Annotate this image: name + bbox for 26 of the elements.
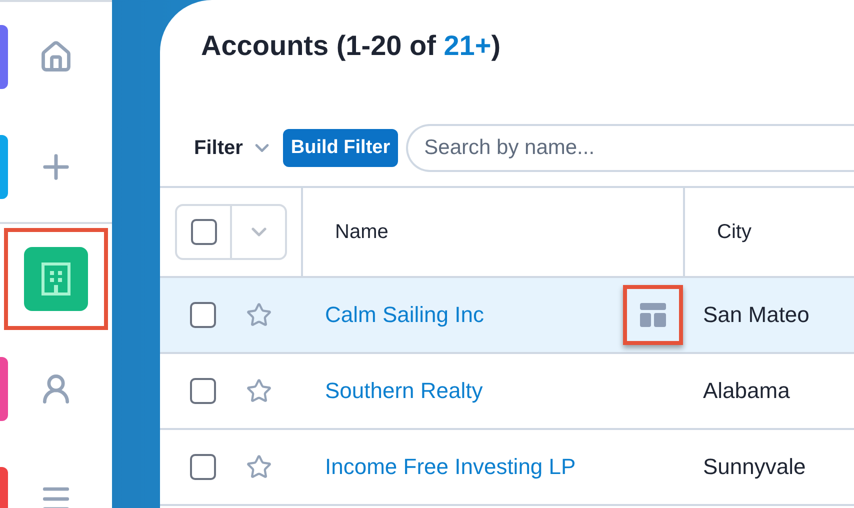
account-link[interactable]: Income Free Investing LP <box>325 454 685 480</box>
table-cell: San Mateo <box>703 302 810 328</box>
star-icon[interactable] <box>246 302 272 328</box>
filter-dropdown[interactable]: Filter <box>194 136 273 160</box>
building-icon <box>41 262 71 296</box>
column-header[interactable]: Name <box>335 220 388 244</box>
checkbox[interactable] <box>190 219 216 245</box>
table-row[interactable]: Calm Sailing Inc San Mateo <box>160 278 854 354</box>
checkbox[interactable] <box>190 454 216 480</box>
highlight-frame <box>623 285 683 345</box>
checkbox[interactable] <box>190 378 216 404</box>
home-icon <box>39 40 73 74</box>
table-cell: Alabama <box>703 378 790 404</box>
search-field[interactable]: Search by name... <box>406 124 854 172</box>
account-link[interactable]: Southern Realty <box>325 378 685 404</box>
account-link[interactable]: Calm Sailing Inc <box>325 302 623 328</box>
select-all-control[interactable] <box>175 204 287 260</box>
build-filter-button[interactable]: Build Filter <box>282 129 398 167</box>
table-cell: Sunnyvale <box>703 454 806 480</box>
page-title: Accounts (1-20 of 21+) <box>200 29 502 63</box>
star-icon[interactable] <box>246 378 272 404</box>
checkbox[interactable] <box>190 302 216 328</box>
nav-button[interactable] <box>24 247 88 311</box>
preview-icon[interactable] <box>640 303 666 327</box>
star-icon[interactable] <box>246 454 272 480</box>
column-header[interactable]: City <box>717 220 752 244</box>
